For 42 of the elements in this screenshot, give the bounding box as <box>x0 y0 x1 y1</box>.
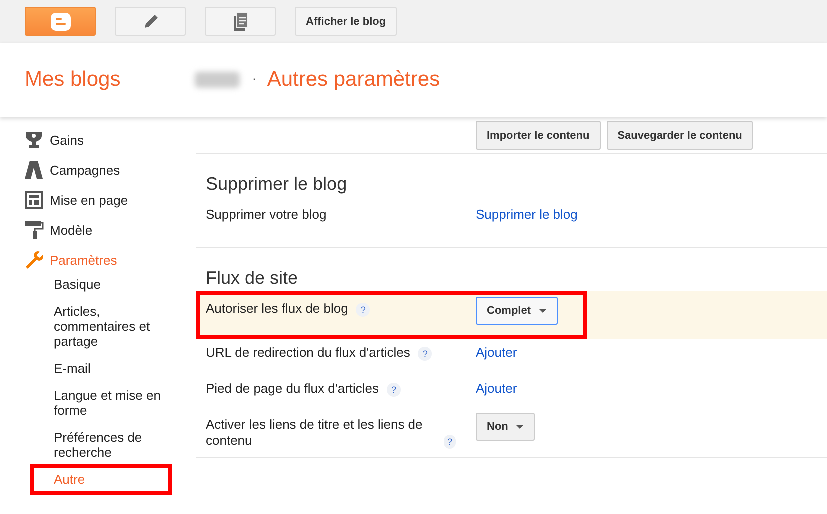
setting-label: Pied de page du flux d'articles <box>206 381 380 397</box>
help-button[interactable]: ? <box>356 303 370 317</box>
sidebar-subitem[interactable]: Préférences de recherche <box>54 430 164 460</box>
link[interactable]: Ajouter <box>476 345 518 360</box>
help-button[interactable]: ? <box>387 383 402 397</box>
content-button[interactable]: Sauvegarder le contenu <box>606 121 754 150</box>
view-blog-button[interactable]: Afficher le blog <box>295 7 398 36</box>
link[interactable]: Ajouter <box>476 381 518 396</box>
paint-roller-icon <box>24 220 44 240</box>
layout-icon <box>24 191 44 209</box>
trophy-icon <box>24 130 44 150</box>
sidebar-subitem[interactable]: Langue et mise en forme <box>54 388 164 418</box>
setting-label: Autoriser les flux de blog <box>206 301 348 317</box>
help-button[interactable]: ? <box>418 347 432 361</box>
campaign-icon <box>24 160 44 180</box>
sidebar-subitem[interactable]: E-mail <box>54 361 164 376</box>
setting-label: Activer les liens de titre et les liens de contenu <box>206 417 424 449</box>
section-title: Supprimer le blog <box>206 174 348 195</box>
sidebar-item[interactable]: Campagnes <box>0 155 196 185</box>
sidebar-subitem[interactable]: Basique <box>54 277 164 292</box>
content-button[interactable]: Importer le contenu <box>476 121 601 150</box>
sidebar-item[interactable]: Modèle <box>0 215 196 245</box>
wrench-icon <box>24 250 44 270</box>
separator-dot: · <box>252 71 258 89</box>
blog-logo-icon <box>50 12 72 32</box>
page-title: Autres paramètres <box>267 68 440 92</box>
setting-label: URL de redirection du flux d'articles <box>206 345 410 361</box>
dropdown[interactable]: Non <box>476 413 536 441</box>
sidebar-item[interactable]: Mise en page <box>0 185 196 215</box>
sidebar-item[interactable]: Gains <box>0 125 196 155</box>
caret-icon <box>539 309 547 313</box>
caret-icon <box>516 425 524 429</box>
section-title: Flux de site <box>206 268 300 289</box>
new-post-button[interactable] <box>115 7 186 36</box>
pages-icon <box>232 12 248 32</box>
blurred-blog-name <box>195 72 240 88</box>
dropdown[interactable]: Complet <box>476 297 558 325</box>
posts-button[interactable] <box>205 7 276 36</box>
sidebar-subitem[interactable]: Articles, commentaires et partage <box>54 304 164 349</box>
link[interactable]: Supprimer le blog <box>476 207 578 222</box>
setting-label: Supprimer votre blog <box>206 207 327 223</box>
help-button[interactable]: ? <box>444 435 456 449</box>
